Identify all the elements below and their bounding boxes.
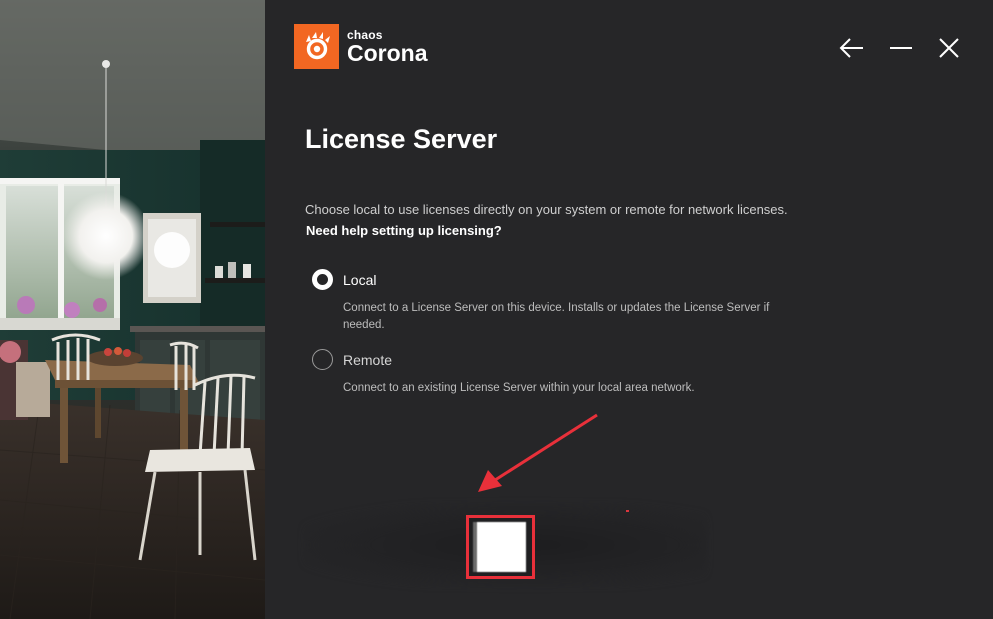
radio-remote[interactable] [312, 349, 333, 370]
annotation-dot [626, 510, 629, 512]
option-local-label: Local [343, 271, 377, 288]
option-local-description: Connect to a License Server on this devi… [343, 302, 770, 331]
help-licensing-link[interactable]: Need help setting up licensing? [306, 223, 502, 238]
arrow-left-icon [839, 38, 863, 58]
close-button[interactable] [934, 34, 964, 62]
license-panel: chaos Corona License Server Choose local… [265, 0, 993, 619]
option-local[interactable]: Local [312, 269, 376, 290]
radio-local[interactable] [312, 269, 333, 290]
dining-room-image [0, 0, 265, 619]
option-remote-description: Connect to an existing License Server wi… [343, 382, 695, 394]
installer-window: chaos Corona License Server Choose local… [0, 0, 993, 619]
page-title: License Server [305, 124, 498, 154]
minimize-button[interactable] [886, 34, 916, 62]
brand-name: chaos [347, 27, 383, 42]
product-name: Corona [347, 39, 428, 66]
corona-logo-icon [294, 24, 339, 69]
annotation-arrow-icon [478, 413, 598, 492]
highlighted-button[interactable] [473, 522, 526, 572]
option-remote[interactable]: Remote [312, 349, 392, 370]
annotation-highlight-box [466, 515, 535, 579]
app-logo: chaos Corona [294, 24, 428, 69]
minimize-icon [890, 47, 912, 49]
back-button[interactable] [837, 34, 867, 62]
intro-text: Choose local to use licenses directly on… [305, 202, 788, 217]
option-remote-label: Remote [343, 351, 393, 368]
hero-illustration [0, 0, 265, 619]
close-icon [939, 38, 959, 58]
